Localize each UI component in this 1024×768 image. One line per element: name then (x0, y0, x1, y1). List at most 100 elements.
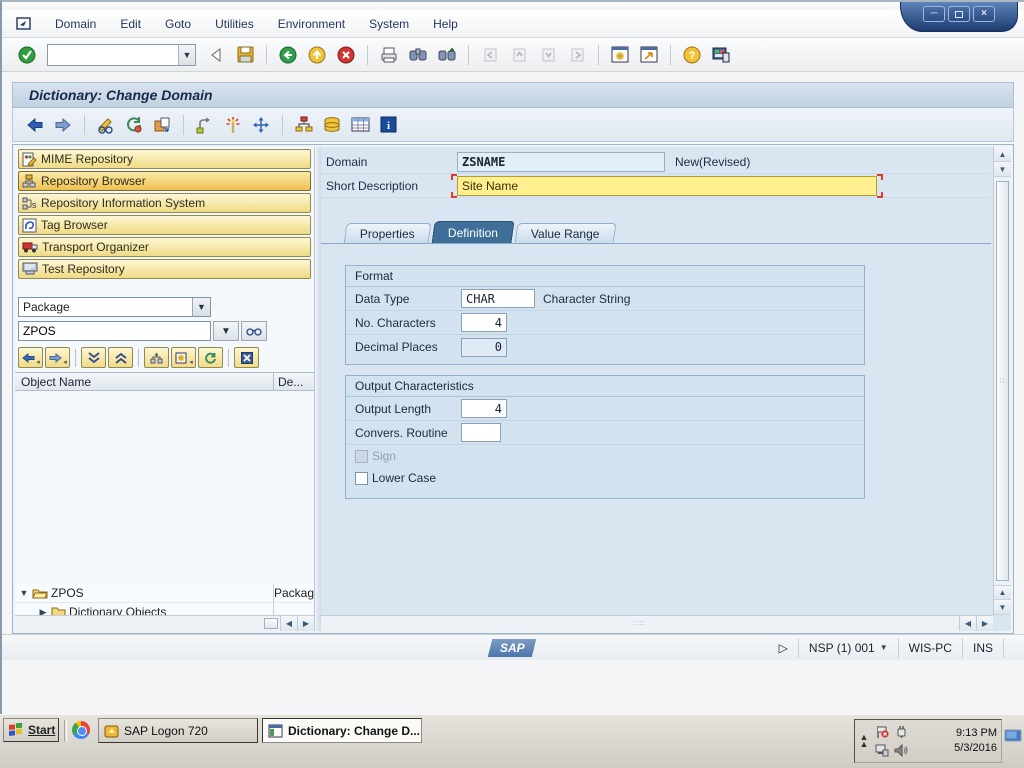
minimize-button[interactable]: ─ (923, 6, 945, 22)
menu-system[interactable]: System (357, 13, 421, 35)
nav-mime-repository[interactable]: MIME Repository (18, 149, 311, 169)
tree-refresh-button[interactable] (198, 347, 223, 368)
menu-utilities[interactable]: Utilities (203, 13, 266, 35)
object-list-button[interactable] (320, 113, 344, 137)
tab-value-range[interactable]: Value Range (514, 223, 615, 244)
nav-test-repository[interactable]: Test Repository (18, 259, 311, 279)
cancel-button[interactable] (333, 43, 359, 67)
scroll-right-button[interactable]: ▶ (976, 616, 993, 631)
where-used-button[interactable] (193, 113, 217, 137)
output-length-input[interactable] (461, 399, 507, 418)
power-plug-icon[interactable] (892, 723, 910, 741)
scrollbar-track[interactable]: ∷ (994, 177, 1011, 585)
domain-name-field[interactable] (457, 152, 665, 172)
tree-row-zpos[interactable]: ▼ ZPOS Packag (15, 584, 314, 603)
system-session-indicator[interactable]: NSP (1) 001▼ (798, 638, 898, 658)
volume-icon[interactable] (892, 742, 910, 760)
tray-expand-chevron[interactable]: ▲▲ (859, 734, 869, 748)
copy-object-button[interactable] (150, 113, 174, 137)
action-center-flag-icon[interactable] (873, 723, 891, 741)
display-change-button[interactable] (94, 113, 118, 137)
scroll-right-button[interactable]: ▶ (297, 616, 314, 631)
menu-environment[interactable]: Environment (266, 13, 357, 35)
scroll-up-button[interactable]: ▲ (994, 147, 1011, 162)
nav-repository-browser[interactable]: Repository Browser (18, 171, 311, 191)
last-page-button[interactable] (564, 43, 590, 67)
task-dictionary[interactable]: Dictionary: Change D... (262, 718, 422, 743)
nav-transport-organizer[interactable]: Transport Organizer (18, 237, 311, 257)
new-session-button[interactable] (607, 43, 633, 67)
menu-edit[interactable]: Edit (108, 13, 153, 35)
command-input[interactable] (48, 46, 178, 64)
back-triangle-button[interactable] (203, 43, 229, 67)
customize-layout-button[interactable] (708, 43, 734, 67)
info-button[interactable]: i (376, 113, 400, 137)
table-display-button[interactable] (348, 113, 372, 137)
tree-forward-button[interactable]: ◂ (45, 347, 70, 368)
back-button[interactable] (275, 43, 301, 67)
tree-column-object-name[interactable]: Object Name (15, 373, 274, 390)
tree-column-description[interactable]: De... (274, 373, 314, 390)
display-glasses-button[interactable] (241, 321, 267, 341)
tray-clock[interactable]: 9:13 PM (954, 726, 997, 741)
enter-button[interactable] (14, 43, 40, 67)
package-input[interactable] (18, 321, 211, 341)
scroll-down-button-bottom[interactable]: ▼ (994, 600, 1011, 615)
print-button[interactable] (376, 43, 402, 67)
select-dropdown-icon[interactable]: ▼ (192, 298, 210, 316)
chrome-icon[interactable] (72, 721, 90, 739)
tree-back-button[interactable]: ◂ (18, 347, 43, 368)
restore-button[interactable] (948, 6, 970, 22)
scroll-down-button[interactable]: ▼ (994, 162, 1011, 177)
next-object-button[interactable] (51, 113, 75, 137)
lower-case-checkbox[interactable] (355, 472, 368, 485)
tray-date[interactable]: 5/3/2016 (954, 741, 997, 756)
open-in-new-window-button[interactable] (144, 347, 169, 368)
insert-mode-indicator[interactable]: INS (962, 638, 1003, 658)
collapse-all-button[interactable] (108, 347, 133, 368)
scroll-up-button-bottom[interactable]: ▲ (994, 585, 1011, 600)
tab-properties[interactable]: Properties (344, 223, 432, 244)
hierarchy-display-button[interactable] (292, 113, 316, 137)
browser-type-select[interactable]: Package ▼ (18, 297, 211, 317)
previous-page-button[interactable] (506, 43, 532, 67)
expand-all-button[interactable] (81, 347, 106, 368)
nav-tag-browser[interactable]: Tag Browser (18, 215, 311, 235)
command-dropdown-icon[interactable]: ▼ (178, 45, 195, 65)
activate-check-button[interactable] (221, 113, 245, 137)
refresh-button[interactable] (122, 113, 146, 137)
status-expand-arrow[interactable]: ▷ (769, 638, 798, 658)
scrollbar-thumb[interactable] (264, 618, 278, 629)
short-description-input[interactable] (457, 176, 877, 196)
scrollbar-grip[interactable]: ∷∷ (321, 619, 959, 628)
display-options-button[interactable]: ◂ (171, 347, 196, 368)
first-page-button[interactable] (477, 43, 503, 67)
no-characters-input[interactable] (461, 313, 507, 332)
menu-goto[interactable]: Goto (153, 13, 203, 35)
navigation-button[interactable] (249, 113, 273, 137)
close-button[interactable]: × (973, 6, 995, 22)
horizontal-scrollbar[interactable]: ∷∷ ◀ ▶ (321, 615, 993, 631)
scroll-left-button[interactable]: ◀ (959, 616, 976, 631)
previous-object-button[interactable] (23, 113, 47, 137)
create-shortcut-button[interactable] (636, 43, 662, 67)
start-button[interactable]: Start (3, 718, 59, 742)
find-button[interactable] (405, 43, 431, 67)
nav-repository-information-system[interactable]: s Repository Information System (18, 193, 311, 213)
close-browser-button[interactable] (234, 347, 259, 368)
vertical-scrollbar[interactable]: ▲ ▼ ∷ ▲ ▼ (993, 147, 1011, 615)
exit-button[interactable] (304, 43, 330, 67)
tree-horizontal-scrollbar[interactable]: ◀ ▶ (15, 615, 314, 631)
convers-routine-input[interactable] (461, 423, 501, 442)
network-icon[interactable] (873, 742, 891, 760)
next-page-button[interactable] (535, 43, 561, 67)
expander-open-icon[interactable]: ▼ (19, 588, 29, 598)
scroll-left-button[interactable]: ◀ (280, 616, 297, 631)
menu-domain[interactable]: Domain (43, 13, 108, 35)
data-type-input[interactable] (461, 289, 535, 308)
help-button[interactable]: ? (679, 43, 705, 67)
menu-help[interactable]: Help (421, 13, 470, 35)
tab-definition[interactable]: Definition (431, 221, 514, 244)
show-desktop-button[interactable] (1004, 729, 1022, 743)
task-sap-logon[interactable]: SAP Logon 720 (98, 718, 258, 743)
